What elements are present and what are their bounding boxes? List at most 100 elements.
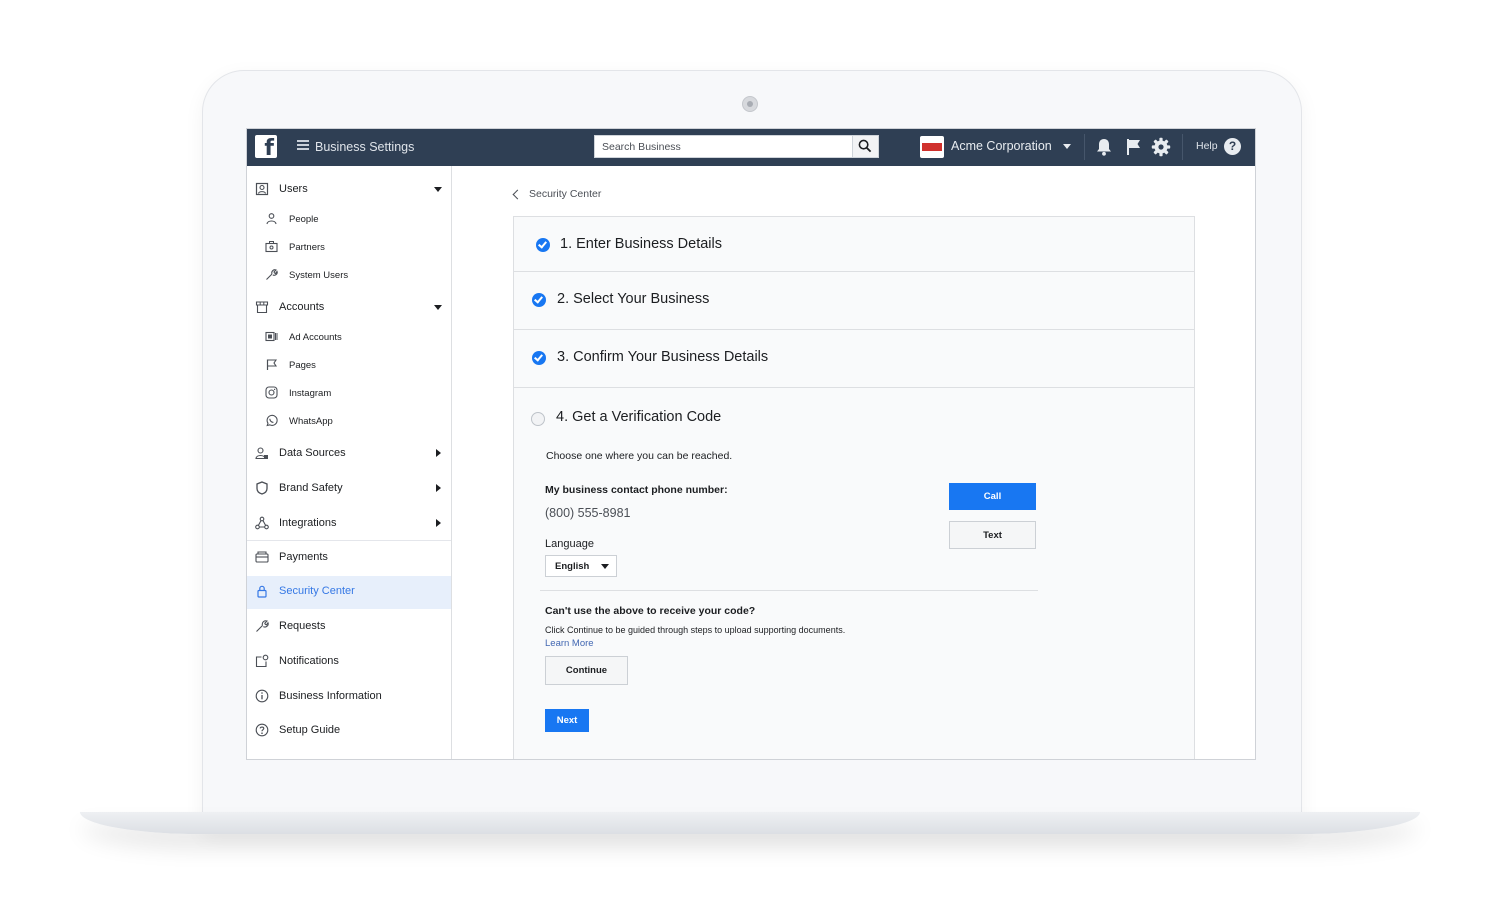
sidebar-item-setup-guide[interactable]: Setup Guide xyxy=(247,715,451,745)
sidebar-item-label: Instagram xyxy=(289,388,332,399)
step-select-your-business[interactable]: 2. Select Your Business xyxy=(514,272,1194,330)
chevron-right-icon[interactable] xyxy=(436,519,441,527)
sidebar-item-ad-accounts[interactable]: Ad Accounts xyxy=(247,324,451,350)
chevron-right-icon[interactable] xyxy=(436,484,441,492)
briefcase-icon xyxy=(265,241,278,253)
help-icon[interactable]: ? xyxy=(1224,138,1241,155)
step-confirm-business-details[interactable]: 3. Confirm Your Business Details xyxy=(514,330,1194,388)
sidebar-item-label: Partners xyxy=(289,242,325,253)
sidebar-item-label: Payments xyxy=(279,551,328,563)
bell-icon[interactable] xyxy=(1095,137,1113,157)
next-button[interactable]: Next xyxy=(545,709,589,732)
laptop-base xyxy=(80,812,1420,834)
sidebar-item-label: Brand Safety xyxy=(279,482,343,494)
sidebar-item-integrations[interactable]: Integrations xyxy=(247,508,451,538)
chevron-down-icon[interactable] xyxy=(434,187,442,192)
chevron-down-icon[interactable] xyxy=(434,305,442,310)
integrations-icon xyxy=(255,516,269,530)
flag-icon[interactable] xyxy=(1125,137,1143,157)
sidebar-item-label: Pages xyxy=(289,360,316,371)
search-input[interactable] xyxy=(595,136,853,157)
continue-button[interactable]: Continue xyxy=(545,656,628,685)
pending-step-icon xyxy=(531,412,545,426)
business-logo[interactable] xyxy=(920,136,944,158)
alternative-title: Can't use the above to receive your code… xyxy=(545,605,756,617)
help-link[interactable]: Help xyxy=(1196,140,1218,152)
chevron-left-icon xyxy=(512,189,523,200)
sidebar-item-label: Business Information xyxy=(279,690,382,702)
sidebar-item-payments[interactable]: Payments xyxy=(247,542,451,572)
sidebar-item-business-information[interactable]: Business Information xyxy=(247,681,451,711)
whatsapp-icon xyxy=(266,414,278,427)
language-select[interactable]: English xyxy=(545,555,617,577)
sidebar-item-instagram[interactable]: Instagram xyxy=(247,380,451,406)
gear-icon[interactable] xyxy=(1151,137,1171,157)
divider xyxy=(1182,134,1183,160)
call-button[interactable]: Call xyxy=(949,483,1036,510)
search-box xyxy=(594,135,879,158)
sidebar-item-label: Notifications xyxy=(279,655,339,667)
sidebar-item-accounts[interactable]: Accounts xyxy=(247,292,451,322)
alternative-description: Click Continue to be guided through step… xyxy=(545,625,846,635)
camera-icon xyxy=(742,96,758,112)
search-button[interactable] xyxy=(852,136,878,157)
check-circle-icon xyxy=(536,238,550,252)
sidebar-item-partners[interactable]: Partners xyxy=(247,234,451,260)
wrench-icon xyxy=(256,620,269,632)
person-icon xyxy=(266,213,277,225)
app-screen: f Business Settings Acme Corporation Hel… xyxy=(246,128,1256,760)
facebook-logo-icon[interactable]: f xyxy=(255,135,277,161)
storefront-icon xyxy=(255,301,269,314)
sidebar-item-notifications[interactable]: Notifications xyxy=(247,646,451,676)
step-title: 3. Confirm Your Business Details xyxy=(557,349,769,365)
sidebar-item-pages[interactable]: Pages xyxy=(247,352,451,378)
notifications-icon xyxy=(255,654,269,668)
step-title: 1. Enter Business Details xyxy=(560,236,722,252)
lock-icon xyxy=(257,585,267,598)
sidebar-item-users[interactable]: Users xyxy=(247,174,451,204)
learn-more-link[interactable]: Learn More xyxy=(545,638,594,649)
sidebar-item-security-center[interactable]: Security Center xyxy=(247,576,451,609)
question-icon xyxy=(255,723,269,737)
menu-icon[interactable] xyxy=(297,140,309,150)
sidebar-item-label: System Users xyxy=(289,270,349,281)
wrench-icon xyxy=(266,269,278,280)
sidebar-item-people[interactable]: People xyxy=(247,206,451,232)
check-circle-icon xyxy=(532,351,546,365)
verification-steps-card: 1. Enter Business Details 2. Select Your… xyxy=(513,216,1195,759)
sidebar-item-label: Integrations xyxy=(279,517,337,529)
flag-icon xyxy=(266,359,278,370)
sidebar-item-label: Accounts xyxy=(279,301,325,313)
app-title[interactable]: Business Settings xyxy=(315,140,414,154)
sidebar-item-label: Data Sources xyxy=(279,447,346,459)
sidebar-item-whatsapp[interactable]: WhatsApp xyxy=(247,408,451,434)
info-icon xyxy=(255,689,269,703)
data-sources-icon xyxy=(255,447,268,460)
chevron-right-icon[interactable] xyxy=(436,449,441,457)
phone-label: My business contact phone number: xyxy=(545,484,728,496)
business-selector[interactable]: Acme Corporation xyxy=(951,139,1052,153)
sidebar-item-brand-safety[interactable]: Brand Safety xyxy=(247,473,451,503)
instruction-text: Choose one where you can be reached. xyxy=(546,450,733,462)
top-navigation-bar: f Business Settings Acme Corporation Hel… xyxy=(247,129,1255,166)
search-icon xyxy=(858,139,872,153)
sidebar-item-system-users[interactable]: System Users xyxy=(247,262,451,288)
divider xyxy=(1084,134,1085,160)
step-get-verification-code: 4. Get a Verification Code Choose one wh… xyxy=(514,388,1194,759)
divider xyxy=(540,590,1038,591)
check-circle-icon xyxy=(532,293,546,307)
payments-icon xyxy=(255,551,269,563)
sidebar-item-data-sources[interactable]: Data Sources xyxy=(247,438,451,468)
text-button[interactable]: Text xyxy=(949,521,1036,549)
sidebar-item-label: Ad Accounts xyxy=(289,332,342,343)
sidebar-item-label: WhatsApp xyxy=(289,416,333,427)
sidebar-item-label: Users xyxy=(279,183,308,195)
step-enter-business-details[interactable]: 1. Enter Business Details xyxy=(514,217,1194,272)
language-value: English xyxy=(555,561,590,572)
ad-account-icon xyxy=(265,331,278,342)
sidebar-item-requests[interactable]: Requests xyxy=(247,611,451,641)
phone-number: (800) 555-8981 xyxy=(545,506,631,520)
language-label: Language xyxy=(545,538,594,550)
breadcrumb-label: Security Center xyxy=(529,188,602,200)
chevron-down-icon[interactable] xyxy=(1063,144,1071,149)
